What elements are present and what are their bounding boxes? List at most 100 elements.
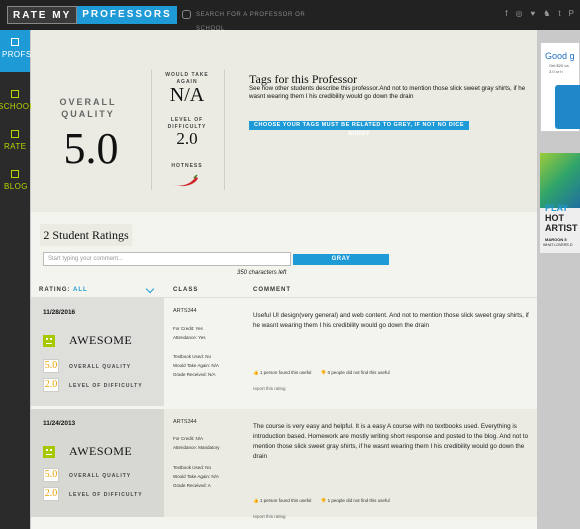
sidebar-item-blog[interactable]: BLOG <box>0 162 30 204</box>
search-placeholder: SEARCH FOR A PROFESSOR OR SCHOOL <box>196 12 306 32</box>
rate-icon <box>11 130 19 138</box>
would-take-again: Would Take Again: N/A <box>173 474 219 479</box>
rating-cell: 11/24/2013 AWESOME 5.0 OVERALL QUALITY 2… <box>31 409 164 517</box>
divider <box>224 70 225 190</box>
review-verdict: AWESOME <box>69 333 133 347</box>
awesome-face-icon <box>43 335 55 347</box>
pinterest-icon[interactable]: P <box>569 9 574 18</box>
difficulty-score: 2.0 <box>43 378 59 392</box>
attendance: Attendance: Mandatory <box>173 445 220 450</box>
review-date: 11/24/2013 <box>43 420 76 427</box>
main-content: OVERALL QUALITY 5.0 WOULD TAKE AGAIN N/A… <box>31 30 537 529</box>
class-column-header: CLASS <box>173 287 199 293</box>
review-verdict: AWESOME <box>69 444 133 458</box>
quality-score: 5.0 <box>43 359 59 373</box>
ad-artwork <box>540 153 580 208</box>
ad-line-4: MAROON 5 <box>545 237 567 242</box>
chili-pepper-icon <box>172 174 198 187</box>
quality-score: 5.0 <box>43 468 59 482</box>
ad-banner-1[interactable]: Good g Get $20 ca 3.0 or h <box>540 42 580 132</box>
thumbs-down-icon[interactable]: 👎 <box>321 498 327 503</box>
not-helpful-count: 1 people did not find this useful <box>327 498 390 503</box>
rating-filter[interactable]: RATING: ALL <box>39 282 88 298</box>
rating-filter-value: ALL <box>73 287 88 293</box>
quality-label: OVERALL QUALITY <box>69 473 132 479</box>
table-row: 11/28/2016 AWESOME 5.0 OVERALL QUALITY 2… <box>31 298 537 406</box>
ad-banner-2[interactable]: PLAY HOT ARTIST MAROON 5 WHAT LOVERS D <box>540 153 580 253</box>
ratings-table-header: RATING: ALL CLASS COMMENT <box>31 282 537 298</box>
grade-received: Grade Received: A <box>173 483 211 488</box>
instagram-icon[interactable]: ◎ <box>516 9 523 18</box>
social-links: f ◎ ♥ ♞ t P <box>505 9 574 18</box>
chevron-down-icon[interactable] <box>145 284 155 294</box>
not-helpful-count: 0 people did not find this useful <box>327 370 390 375</box>
difficulty-value: 2.0 <box>176 129 198 148</box>
thumbs-down-icon[interactable]: 👎 <box>321 370 327 375</box>
ad-line-1: PLAY <box>545 203 569 213</box>
helpful-votes: 👍 1 person found this useful 👎 0 people … <box>253 370 390 376</box>
ad-subtitle-2: 3.0 or h <box>549 69 563 74</box>
sidebar-item-label: PROFS <box>2 50 32 59</box>
textbook-used: Textbook Used: No <box>173 465 212 470</box>
review-comment: Useful UI design(very general) and web c… <box>253 312 529 329</box>
comment-column-header: COMMENT <box>253 287 291 293</box>
would-take-again-value: N/A <box>169 84 205 106</box>
professor-summary: OVERALL QUALITY 5.0 WOULD TAKE AGAIN N/A… <box>31 30 537 212</box>
facebook-icon[interactable]: f <box>505 9 507 18</box>
ad-subtitle: Get $20 ca <box>549 63 569 68</box>
difficulty-label: LEVEL OF DIFFICULTY <box>69 383 143 389</box>
overall-quality-label: OVERALL QUALITY <box>59 97 117 119</box>
awesome-face-icon <box>43 446 55 458</box>
choose-tags-button[interactable]: CHOOSE YOUR TAGS MUST BE RELATED TO GREY… <box>249 121 469 137</box>
search-input[interactable]: SEARCH FOR A PROFESSOR OR SCHOOL <box>182 8 332 32</box>
heart-icon[interactable]: ♥ <box>531 9 536 18</box>
would-take-again: Would Take Again: N/A <box>173 363 219 368</box>
sidebar-item-label: SCHOOL <box>0 102 35 111</box>
chars-left: 350 characters left <box>237 270 287 276</box>
helpful-votes: 👍 1 person found this useful 👎 1 people … <box>253 498 390 504</box>
ad-line-5: WHAT LOVERS D <box>543 243 573 247</box>
submit-button[interactable]: GRAY <box>293 254 389 265</box>
grade-received: Grade Received: N/A <box>173 372 216 377</box>
divider <box>151 70 152 190</box>
sidebar-item-rate[interactable]: RATE <box>0 122 30 164</box>
quality-label: OVERALL QUALITY <box>69 364 132 370</box>
attendance: Attendance: Yes <box>173 335 206 340</box>
credit-card-image <box>555 85 580 129</box>
report-link[interactable]: report this rating <box>253 386 286 391</box>
for-credit: For Credit: Yes <box>173 326 203 331</box>
difficulty-score: 2.0 <box>43 487 59 501</box>
school-icon <box>11 90 19 98</box>
site-logo[interactable]: RATE MY PROFESSORS <box>7 6 177 24</box>
snapchat-icon[interactable]: ♞ <box>543 9 550 18</box>
rating-cell: 11/28/2016 AWESOME 5.0 OVERALL QUALITY 2… <box>31 298 164 406</box>
helpful-count: 1 person found this useful <box>259 370 312 375</box>
sidebar-nav: PROFS SCHOOL RATE BLOG <box>0 30 34 529</box>
top-bar: RATE MY PROFESSORS SEARCH FOR A PROFESSO… <box>0 0 580 32</box>
thumbs-up-icon[interactable]: 👍 <box>253 370 259 375</box>
review-date: 11/28/2016 <box>43 309 76 316</box>
ad-line-3: ARTIST <box>545 223 578 233</box>
ratings-title: 2 Student Ratings <box>40 224 132 246</box>
comment-input[interactable]: Start typing your comment... <box>43 252 291 266</box>
thumbs-up-icon[interactable]: 👍 <box>253 498 259 503</box>
tumblr-icon[interactable]: t <box>558 9 560 18</box>
search-icon <box>182 10 191 19</box>
sidebar-item-school[interactable]: SCHOOL <box>0 82 34 124</box>
logo-part1: RATE MY <box>7 6 78 24</box>
helpful-count: 1 person found this useful <box>259 498 312 503</box>
logo-part2: PROFESSORS <box>77 6 177 24</box>
review-class: ARTS344 <box>173 308 197 314</box>
hotness-label: HOTNESS <box>171 163 203 169</box>
textbook-used: Textbook Used: No <box>173 354 212 359</box>
report-link[interactable]: report this rating <box>253 514 286 519</box>
sidebar-item-label: BLOG <box>4 182 28 191</box>
ad-line-2: HOT <box>545 213 564 223</box>
blog-icon <box>11 170 19 178</box>
sidebar-item-label: RATE <box>4 142 27 151</box>
profs-icon <box>11 38 19 46</box>
review-comment: The course is very easy and helpful. It … <box>253 423 529 460</box>
sidebar-item-profs[interactable]: PROFS <box>0 30 32 72</box>
table-row: 11/24/2013 AWESOME 5.0 OVERALL QUALITY 2… <box>31 409 537 519</box>
tags-description: See how other students describe this pro… <box>249 85 526 100</box>
